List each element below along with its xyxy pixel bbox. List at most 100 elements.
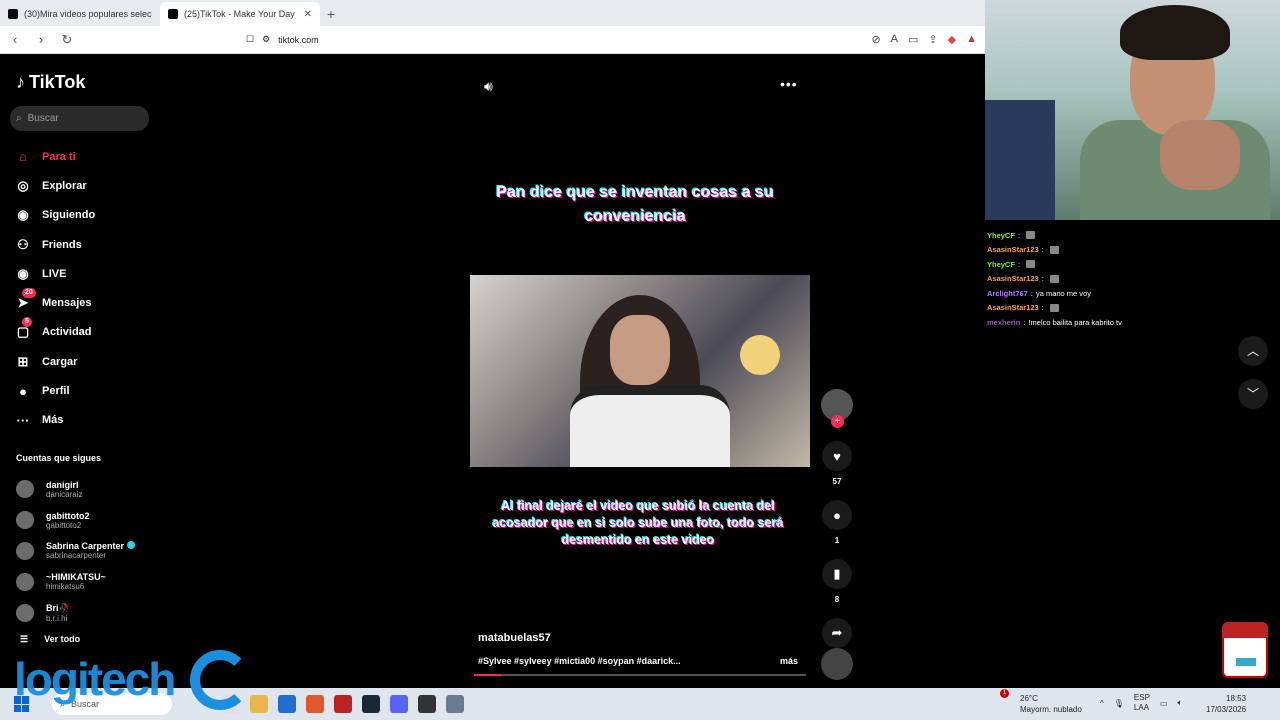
settings-icon[interactable]	[446, 695, 464, 713]
reload-icon[interactable]: ↻	[60, 32, 74, 48]
logitech-watermark: logitech	[14, 653, 176, 705]
sidebar-item-cargar[interactable]: ⊞ Cargar	[14, 347, 95, 376]
action-bar: + ♥57 ●1 ▮8 ➦10	[820, 389, 854, 663]
sidebar-item-mensajes[interactable]: ➤ 20 Mensajes	[14, 288, 95, 317]
stream-overlay: YheyCF: AsasinStar123: YheyCF: AsasinStar12…	[985, 0, 1280, 688]
author-avatar[interactable]: +	[821, 389, 853, 428]
sidebar-item-friends[interactable]: ⚇ Friends	[14, 230, 95, 259]
microphone-icon[interactable]: 🎙︎	[1114, 699, 1124, 708]
store-icon[interactable]	[278, 695, 296, 713]
network-icon[interactable]: ▭	[1160, 699, 1168, 708]
chat-message: AsasinStar123:	[987, 243, 1122, 258]
bookmark-icon[interactable]: ☐	[246, 34, 254, 45]
site-info-icon[interactable]: ⚙	[262, 34, 270, 45]
menu-label: LIVE	[42, 267, 67, 280]
bookmark-icon: ▮	[822, 559, 852, 589]
chat-message: Arclight767: ya mano me voy	[987, 286, 1122, 301]
browser-tab[interactable]: (30)Mira videos populares seleccionado	[0, 2, 160, 26]
sidebar-menu: ⌂ Para ti ◎ Explorar ◉ Siguiendo ⚇ Friends ◉…	[14, 142, 96, 435]
following-item[interactable]: gabittoto2 gabittoto2	[16, 505, 135, 536]
more-options-icon[interactable]: •••	[780, 76, 798, 92]
tab-title: (25)TikTok - Make Your Day	[184, 9, 295, 19]
tiktok-favicon-icon	[8, 9, 18, 19]
reader-icon[interactable]: ⊘	[871, 33, 880, 46]
chat-separator: :	[1017, 259, 1021, 269]
discord-icon[interactable]	[390, 695, 408, 713]
sidebar-item-actividad[interactable]: ▢ 5 Actividad	[14, 317, 95, 347]
shirt-shape	[570, 385, 730, 467]
more-icon: ···	[16, 412, 30, 428]
following-item[interactable]: Bri🥀 b.r.i.hi	[16, 597, 135, 628]
verified-icon	[127, 541, 136, 550]
video-progress-bar[interactable]	[474, 674, 806, 676]
tiktok-logo[interactable]: ♪ TikTok	[16, 72, 85, 93]
sidebar-item-perfil[interactable]: ● Perfil	[14, 376, 95, 405]
browser-tab-active[interactable]: (25)TikTok - Make Your Day ✕	[160, 2, 320, 26]
new-tab-button[interactable]: +	[320, 2, 342, 26]
weather-desc: Mayorm. nublado	[1020, 705, 1082, 714]
app-icon[interactable]	[334, 695, 352, 713]
chat-username: AsasinStar123	[987, 303, 1039, 313]
follow-plus-icon[interactable]: +	[831, 415, 844, 428]
following-item[interactable]: ~HIMIKATSU~ himikatsu6	[16, 566, 135, 597]
volume-icon[interactable]: 🔊︎	[484, 78, 493, 95]
hashtags[interactable]: #Sylvee #sylveey #mictia00 #soypan #daar…	[478, 656, 681, 666]
mascot-mouth	[1236, 658, 1256, 666]
profile-icon: ●	[19, 383, 27, 399]
rewards-icon[interactable]: ▲	[966, 33, 977, 46]
search-input[interactable]: ⌕ Buscar	[10, 106, 149, 131]
chat-username: AsasinStar123	[987, 274, 1039, 284]
translate-icon[interactable]: A	[891, 33, 898, 46]
chevron-down-icon[interactable]: ﹀	[1238, 379, 1268, 409]
sidebar-item-siguiendo[interactable]: ◉ Siguiendo	[14, 201, 95, 230]
emote-icon	[1049, 245, 1059, 254]
chat-text: ya mano me voy	[1035, 288, 1091, 298]
language-indicator[interactable]: ESP LAA	[1134, 693, 1150, 713]
chat-message: AsasinStar123:	[987, 272, 1122, 287]
like-button[interactable]: ♥ 57	[820, 441, 854, 486]
following-icon: ◉	[17, 207, 29, 223]
sidebar-item-mas[interactable]: ··· Más	[14, 406, 95, 435]
sidebar-item-para-ti[interactable]: ⌂ Para ti	[14, 142, 95, 171]
browser-tools: ⊘ A ▭ ⇪ ◆ ▲	[871, 33, 977, 46]
stream-chat: YheyCF: AsasinStar123: YheyCF: AsasinStar12…	[987, 228, 1122, 330]
brave-shield-icon[interactable]: ◆	[948, 33, 956, 46]
emote-icon	[1026, 231, 1036, 240]
cast-icon[interactable]: ▭	[908, 33, 918, 46]
explorer-icon[interactable]	[250, 695, 268, 713]
video-frame[interactable]	[470, 275, 810, 467]
chevron-up-icon[interactable]: ︿	[1238, 336, 1268, 366]
next-video-avatar[interactable]	[821, 648, 853, 680]
chat-message: AsasinStar123:	[987, 301, 1122, 316]
more-link[interactable]: más	[780, 656, 798, 666]
chevron-up-icon[interactable]: ^	[1100, 699, 1104, 708]
logitech-g-logo	[190, 650, 250, 710]
save-count: 8	[834, 595, 840, 604]
sidebar-item-live[interactable]: ◉ LIVE	[14, 259, 95, 288]
address-bar[interactable]: ☐ ⚙ tiktok.com	[246, 34, 319, 45]
upload-icon: ⊞	[17, 353, 29, 369]
close-tab-icon[interactable]: ✕	[304, 9, 312, 20]
forward-icon[interactable]: ›	[34, 32, 48, 47]
comment-button[interactable]: ● 1	[820, 500, 854, 545]
weather-widget[interactable]: 1 26°C Mayorm. nublado	[990, 689, 1082, 715]
video-author[interactable]: matabuelas57	[478, 632, 551, 644]
menu-label: Cargar	[42, 355, 78, 368]
sidebar-item-explorar[interactable]: ◎ Explorar	[14, 171, 95, 200]
video-player[interactable]: 🔊︎ ••• Pan dice que se inventan cosas a …	[460, 54, 820, 688]
weather-badge: 1	[1000, 689, 1009, 698]
taskbar-clock[interactable]: 18:53 17/03/2026	[1206, 693, 1246, 715]
menu-label: Explorar	[42, 179, 87, 192]
following-item[interactable]: Sabrina Carpenter sabrinacarpenter	[16, 536, 136, 567]
back-icon[interactable]: ‹	[8, 32, 22, 47]
speaker-icon[interactable]: 🔈︎	[1178, 698, 1183, 708]
share-icon[interactable]: ⇪	[928, 33, 937, 46]
obs-icon[interactable]	[418, 695, 436, 713]
steam-icon[interactable]	[362, 695, 380, 713]
brave-icon[interactable]	[306, 695, 324, 713]
following-item[interactable]: danigirl danicaraiz	[16, 474, 135, 505]
see-all-button[interactable]: ☰ Ver todo	[20, 634, 80, 645]
save-button[interactable]: ▮ 8	[820, 559, 854, 604]
lang-code: ESP	[1133, 693, 1150, 702]
emote-icon	[1026, 260, 1036, 269]
